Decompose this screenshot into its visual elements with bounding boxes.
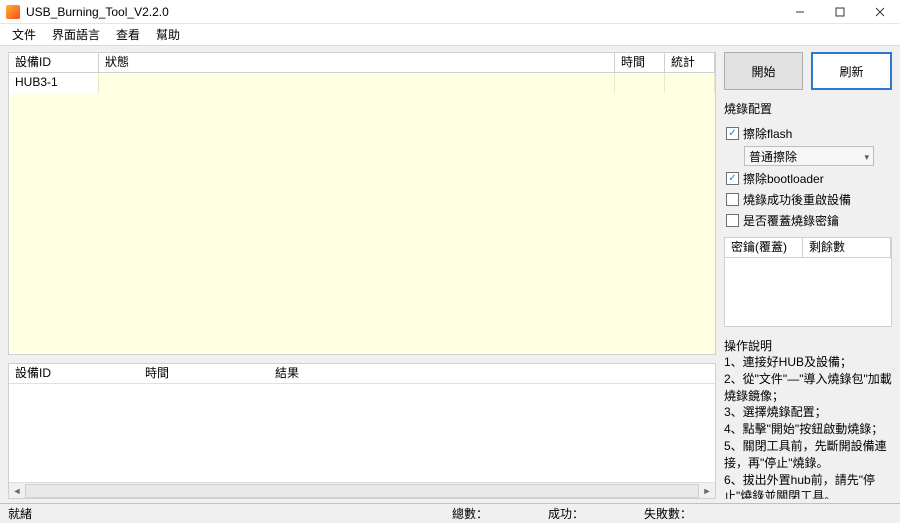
col-header-device-id[interactable]: 設備ID [9, 53, 99, 72]
key-table: 密鑰(覆蓋) 剩餘數 [724, 237, 892, 327]
overwrite-key-checkbox[interactable] [726, 214, 739, 227]
burn-config-group: ✓ 擦除flash 普通擦除 ▾ ✓ 擦除bootloader 燒錄成功後重啟設… [724, 123, 892, 231]
status-total: 總數： [452, 505, 488, 522]
col-header-status[interactable]: 狀態 [99, 53, 615, 72]
minimize-button[interactable] [780, 0, 820, 24]
close-button[interactable] [860, 0, 900, 24]
scroll-left-icon[interactable]: ◄ [9, 484, 25, 498]
col-header-result[interactable]: 結果 [269, 364, 715, 383]
cell-status [99, 73, 615, 93]
menu-language[interactable]: 界面語言 [44, 24, 108, 46]
cell-device-id: HUB3-1 [9, 73, 99, 93]
window-title: USB_Burning_Tool_V2.2.0 [26, 5, 169, 19]
erase-flash-checkbox[interactable]: ✓ [726, 127, 739, 140]
result-table-header: 設備ID 時間 結果 [9, 364, 715, 384]
horizontal-scrollbar[interactable]: ◄ ► [9, 482, 715, 498]
key-table-header: 密鑰(覆蓋) 剩餘數 [725, 238, 891, 258]
scroll-right-icon[interactable]: ► [699, 484, 715, 498]
instruction-line: 4、點擊"開始"按鈕啟動燒錄； [724, 421, 892, 438]
erase-bootloader-label: 擦除bootloader [743, 170, 824, 187]
col-header-remaining[interactable]: 剩餘數 [803, 238, 891, 257]
status-ready: 就緒 [8, 505, 32, 522]
titlebar: USB_Burning_Tool_V2.2.0 [0, 0, 900, 24]
instruction-line: 2、從"文件"—"導入燒錄包"加載燒錄鏡像； [724, 371, 892, 405]
reboot-label: 燒錄成功後重啟設備 [743, 191, 851, 208]
status-fail: 失敗數： [644, 505, 692, 522]
burn-config-title: 燒錄配置 [724, 100, 892, 117]
cell-time [615, 73, 665, 93]
erase-bootloader-checkbox[interactable]: ✓ [726, 172, 739, 185]
col-header-result-device-id[interactable]: 設備ID [9, 364, 139, 383]
erase-mode-selected: 普通擦除 [749, 148, 797, 165]
col-header-time[interactable]: 時間 [615, 53, 665, 72]
statusbar: 就緒 總數： 成功： 失敗數： [0, 503, 900, 523]
app-icon [6, 5, 20, 19]
table-row[interactable]: HUB3-1 [9, 73, 715, 93]
instructions-group: 操作說明 1、連接好HUB及設備； 2、從"文件"—"導入燒錄包"加載燒錄鏡像；… [724, 333, 892, 499]
result-table: 設備ID 時間 結果 ◄ ► [8, 363, 716, 499]
instructions-title: 操作說明 [724, 337, 892, 354]
menu-help[interactable]: 幫助 [148, 24, 188, 46]
menu-view[interactable]: 查看 [108, 24, 148, 46]
device-table-header: 設備ID 狀態 時間 統計 [9, 53, 715, 73]
erase-flash-label: 擦除flash [743, 125, 792, 142]
maximize-button[interactable] [820, 0, 860, 24]
menu-file[interactable]: 文件 [4, 24, 44, 46]
cell-stat [665, 73, 715, 93]
device-table: 設備ID 狀態 時間 統計 HUB3-1 [8, 52, 716, 355]
instructions-body: 1、連接好HUB及設備； 2、從"文件"—"導入燒錄包"加載燒錄鏡像； 3、選擇… [724, 354, 892, 499]
scroll-track[interactable] [25, 484, 699, 498]
col-header-key[interactable]: 密鑰(覆蓋) [725, 238, 803, 257]
overwrite-key-label: 是否覆蓋燒錄密鑰 [743, 212, 839, 229]
refresh-button[interactable]: 刷新 [811, 52, 892, 90]
instruction-line: 6、拔出外置hub前，請先"停止"燒錄並關閉工具。 [724, 472, 892, 499]
instruction-line: 3、選擇燒錄配置； [724, 404, 892, 421]
col-header-stat[interactable]: 統計 [665, 53, 715, 72]
instruction-line: 1、連接好HUB及設備； [724, 354, 892, 371]
status-success: 成功： [548, 505, 584, 522]
erase-mode-select[interactable]: 普通擦除 ▾ [744, 146, 874, 166]
chevron-down-icon: ▾ [864, 152, 869, 163]
start-button[interactable]: 開始 [724, 52, 803, 90]
col-header-result-time[interactable]: 時間 [139, 364, 269, 383]
menubar: 文件 界面語言 查看 幫助 [0, 24, 900, 46]
reboot-checkbox[interactable] [726, 193, 739, 206]
instruction-line: 5、關閉工具前，先斷開設備連接，再"停止"燒錄。 [724, 438, 892, 472]
result-table-body [9, 384, 715, 482]
